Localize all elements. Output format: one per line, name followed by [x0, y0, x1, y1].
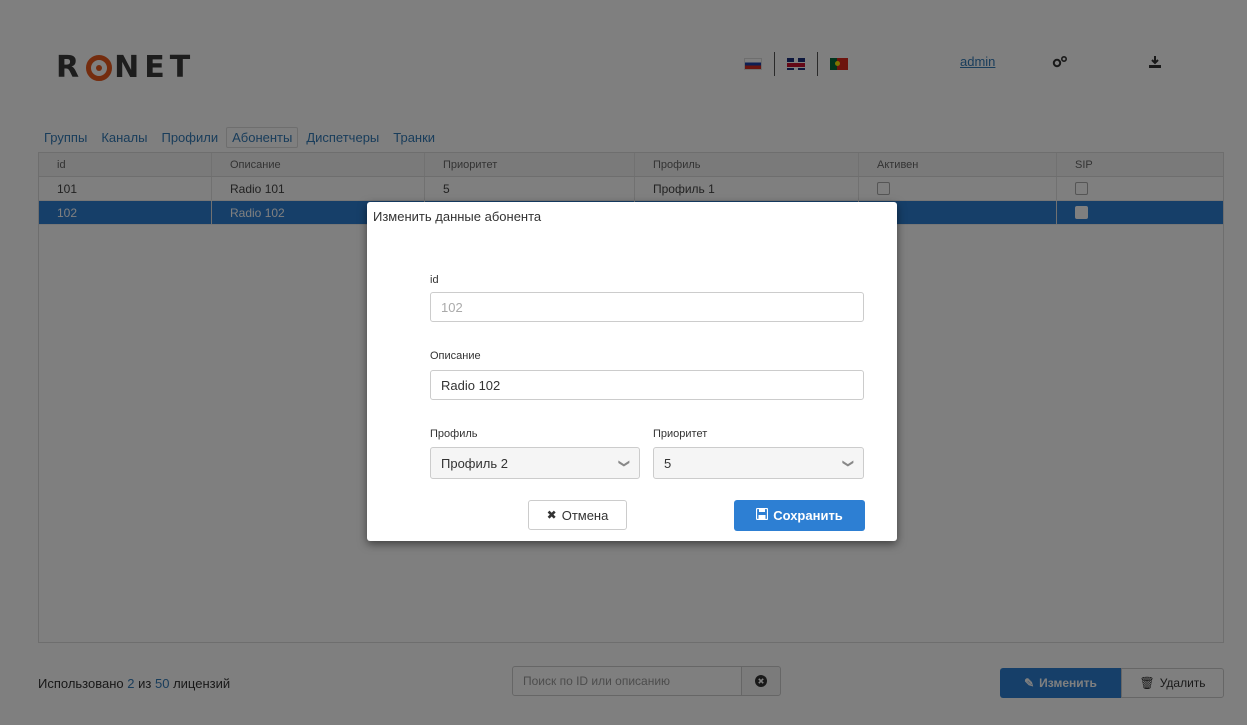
close-icon: ✖: [546, 508, 557, 522]
dialog-title: Изменить данные абонента: [373, 209, 542, 224]
floppy-disk-icon: [756, 507, 769, 523]
description-field[interactable]: Radio 102: [430, 370, 864, 400]
save-button[interactable]: Сохранить: [734, 500, 865, 531]
id-label: id: [430, 274, 439, 286]
priority-value: 5: [664, 455, 672, 471]
cancel-button[interactable]: ✖ Отмена: [528, 500, 627, 530]
chevron-down-icon: ❯: [617, 458, 630, 468]
profile-select[interactable]: Профиль 2 ❯: [430, 447, 640, 479]
description-label: Описание: [430, 350, 481, 362]
id-field[interactable]: 102: [430, 292, 864, 322]
save-label: Сохранить: [773, 508, 843, 523]
priority-select[interactable]: 5 ❯: [653, 447, 864, 479]
profile-label: Профиль: [430, 428, 478, 440]
chevron-down-icon: ❯: [841, 458, 854, 468]
cancel-label: Отмена: [561, 507, 609, 523]
profile-value: Профиль 2: [441, 455, 508, 471]
edit-subscriber-dialog: Изменить данные абонента id 102 Описание…: [367, 202, 897, 541]
priority-label: Приоритет: [653, 428, 708, 440]
